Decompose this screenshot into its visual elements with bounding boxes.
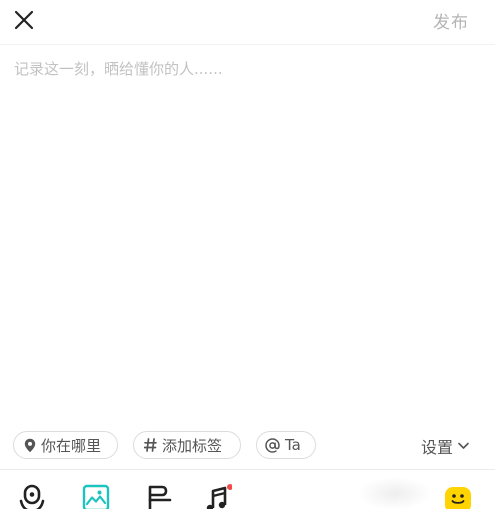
top-bar: 发布 [0,0,495,42]
post-text-input[interactable] [14,58,474,398]
blurred-region [360,478,430,509]
mention-chip-label: Ta [285,436,301,454]
publish-button[interactable]: 发布 [433,8,469,33]
add-tag-chip-label: 添加标签 [162,436,223,455]
music-button[interactable] [204,484,232,509]
add-tag-chip[interactable]: 添加标签 [133,431,241,459]
voice-button[interactable] [18,484,46,509]
text-format-icon [148,485,172,509]
location-chip[interactable]: 你在哪里 [13,431,118,459]
emoji-button[interactable] [444,484,472,509]
chevron-down-icon [458,442,469,449]
location-chip-label: 你在哪里 [41,436,102,455]
voice-icon [19,484,45,509]
image-button[interactable] [82,484,110,509]
settings-dropdown[interactable]: 设置 [421,434,469,458]
close-button[interactable] [10,6,38,34]
emoji-icon [445,487,471,509]
toolbar-divider [0,469,495,470]
mention-chip[interactable]: Ta [256,431,316,459]
text-format-button[interactable] [146,484,174,509]
hashtag-icon [144,438,157,452]
header-divider [0,44,495,45]
location-pin-icon [24,438,36,453]
settings-label: 设置 [421,438,454,457]
at-icon [265,437,280,453]
close-icon [14,10,34,30]
image-icon [82,484,110,509]
notification-dot [227,484,232,490]
